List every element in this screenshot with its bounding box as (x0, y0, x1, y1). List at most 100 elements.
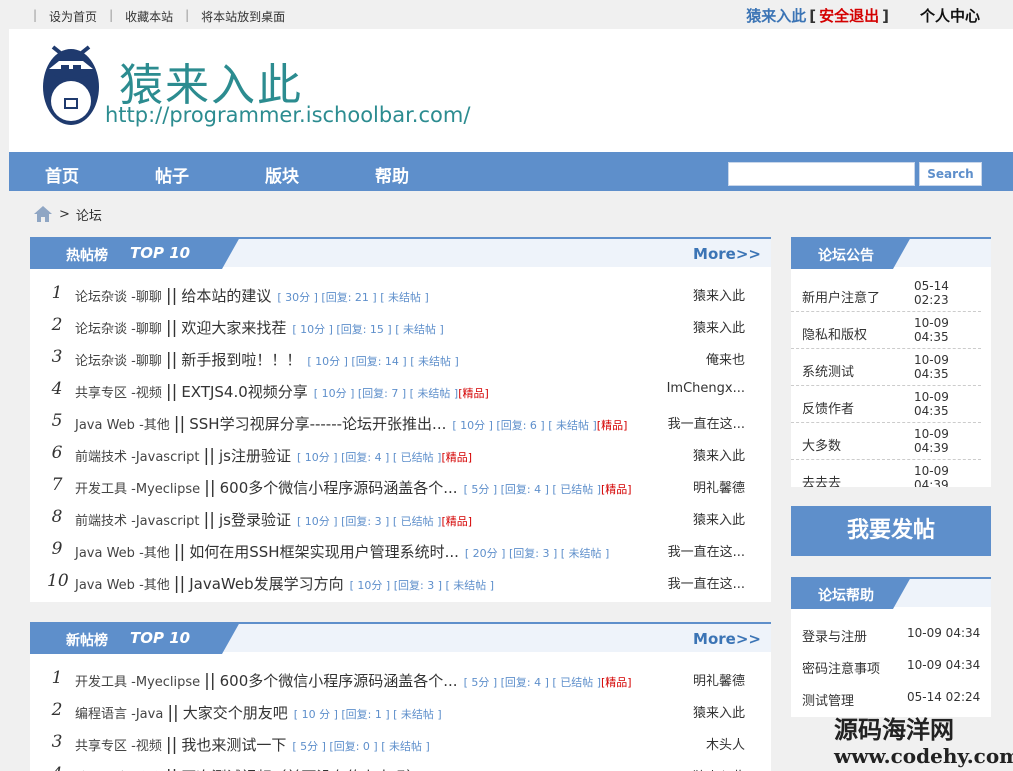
announcement-link[interactable]: 去去去 (802, 472, 841, 487)
subcategory-link[interactable]: -Java (131, 707, 163, 722)
subcategory-link[interactable]: -Javascript (131, 514, 199, 529)
announcement-link[interactable]: 反馈作者 (802, 398, 854, 417)
announcement-link[interactable]: 大多数 (802, 435, 841, 454)
featured-badge: [精品] (441, 451, 473, 464)
category-link[interactable]: Java Web (75, 578, 135, 593)
author-link[interactable]: 猿来入此 (663, 766, 745, 771)
subcategory-link[interactable]: -视频 (131, 739, 162, 754)
post-row: 10 Java Web -其他 || JavaWeb发展学习方向[ 10分 ] [回复… (47, 571, 745, 594)
announcement-link[interactable]: 系统测试 (802, 361, 854, 380)
breadcrumb: > 论坛 (33, 204, 102, 224)
subcategory-link[interactable]: -Javascript (131, 450, 199, 465)
category-link[interactable]: 开发工具 (75, 482, 127, 497)
set-homepage-link[interactable]: 设为首页 (49, 8, 97, 25)
desktop-shortcut-link[interactable]: 将本站放到桌面 (201, 8, 285, 25)
subcategory-link[interactable]: -聊聊 (131, 354, 162, 369)
post-title-link[interactable]: EXTJS4.0视频分享 (181, 383, 307, 401)
help-link[interactable]: 登录与注册 (802, 626, 867, 645)
category-link[interactable]: 前端技术 (75, 450, 127, 465)
category-link[interactable]: 共享专区 (75, 739, 127, 754)
announcement-link[interactable]: 新用户注意了 (802, 287, 880, 306)
post-title-link[interactable]: 新手报到啦！！！ (181, 351, 301, 369)
category-link[interactable]: 论坛杂谈 (75, 322, 127, 337)
author-link[interactable]: 我一直在这... (663, 541, 745, 560)
subcategory-link[interactable]: -Myeclipse (131, 675, 200, 690)
announcement-item[interactable]: 新用户注意了 05-14 02:23 (791, 275, 981, 312)
category-link[interactable]: 共享专区 (75, 386, 127, 401)
help-link[interactable]: 测试管理 (802, 690, 854, 709)
post-title-link[interactable]: js登录验证 (219, 511, 291, 529)
site-url[interactable]: http://programmer.ischoolbar.com/ (105, 103, 470, 127)
nav-home[interactable]: 首页 (45, 162, 79, 187)
username-link[interactable]: 猿来入此 (746, 5, 806, 26)
author-link[interactable]: 猿来入此 (663, 445, 745, 464)
author-link[interactable]: 我一直在这... (663, 573, 745, 592)
category-link[interactable]: Java Web (75, 546, 135, 561)
announcement-date: 10-09 04:35 (914, 390, 949, 418)
subcategory-link[interactable]: -其他 (139, 546, 170, 561)
logout-link[interactable]: 安全退出 (819, 5, 879, 26)
post-title-link[interactable]: JavaWeb发展学习方向 (189, 575, 343, 593)
category-link[interactable]: Java Web (75, 418, 135, 433)
post-title-link[interactable]: 给本站的建议 (181, 287, 271, 305)
help-item[interactable]: 密码注意事项 10-09 04:34 (791, 649, 991, 681)
announcement-item[interactable]: 反馈作者 10-09 04:35 (791, 386, 981, 423)
nav-help[interactable]: 帮助 (375, 162, 409, 187)
category-link[interactable]: 论坛杂谈 (75, 354, 127, 369)
search-input[interactable] (728, 162, 915, 186)
help-date: 10-09 04:34 (907, 626, 981, 640)
subcategory-link[interactable]: -聊聊 (131, 290, 162, 305)
post-title-link[interactable]: 600多个微信小程序源码涵盖各个... (220, 479, 458, 497)
announcement-item[interactable]: 去去去 10-09 04:39 (791, 460, 981, 487)
author-link[interactable]: 猿来入此 (663, 509, 745, 528)
announcement-item[interactable]: 隐私和版权 10-09 04:35 (791, 312, 981, 349)
nav-sections[interactable]: 版块 (265, 162, 299, 187)
subcategory-link[interactable]: -Myeclipse (131, 482, 200, 497)
category-link[interactable]: 前端技术 (75, 514, 127, 529)
subcategory-link[interactable]: -其他 (139, 578, 170, 593)
post-title-link[interactable]: 我也来测试一下 (181, 736, 286, 754)
announcement-link[interactable]: 隐私和版权 (802, 324, 867, 343)
search-button[interactable]: Search (919, 162, 982, 186)
subcategory-link[interactable]: -聊聊 (131, 322, 162, 337)
bookmark-link[interactable]: 收藏本站 (125, 8, 173, 25)
author-link[interactable]: 俺来也 (663, 349, 745, 368)
featured-badge: [精品] (596, 419, 628, 432)
post-title-link[interactable]: 600多个微信小程序源码涵盖各个... (220, 672, 458, 690)
author-link[interactable]: ImChengx... (663, 381, 745, 396)
author-link[interactable]: 猿来入此 (663, 285, 745, 304)
category-link[interactable]: 论坛杂谈 (75, 290, 127, 305)
help-item[interactable]: 测试管理 05-14 02:24 (791, 681, 991, 713)
post-meta: [ 10分 ] [回复: 4 ] [ 已结帖 ] (297, 451, 442, 464)
category-link[interactable]: 开发工具 (75, 675, 127, 690)
rank-number: 3 (51, 732, 63, 752)
author-link[interactable]: 猿来入此 (663, 317, 745, 336)
author-link[interactable]: 明礼馨德 (663, 670, 745, 689)
nav-posts[interactable]: 帖子 (155, 162, 189, 187)
post-meta: [ 10分 ] [回复: 3 ] [ 未结帖 ] (349, 579, 495, 592)
help-item[interactable]: 登录与注册 10-09 04:34 (791, 617, 991, 649)
subcategory-link[interactable]: -视频 (131, 386, 162, 401)
post-meta: [ 30分 ] [回复: 21 ] [ 未结帖 ] (277, 291, 429, 304)
post-title-link[interactable]: SSH学习视屏分享------论坛开张推出... (189, 415, 446, 433)
announcement-item[interactable]: 系统测试 10-09 04:35 (791, 349, 981, 386)
hot-more-link[interactable]: More>> (693, 245, 761, 263)
author-link[interactable]: 我一直在这... (663, 413, 745, 432)
author-link[interactable]: 明礼馨德 (663, 477, 745, 496)
announcement-item[interactable]: 大多数 10-09 04:39 (791, 423, 981, 460)
site-header: 猿来入此 http://programmer.ischoolbar.com/ (9, 29, 1013, 152)
post-title-link[interactable]: 欢迎大家来找茬 (181, 319, 286, 337)
author-link[interactable]: 木头人 (663, 734, 745, 753)
home-icon[interactable] (33, 204, 53, 224)
post-title-link[interactable]: js注册验证 (219, 447, 291, 465)
user-center-link[interactable]: 个人中心 (920, 5, 980, 26)
post-title-link[interactable]: 大家交个朋友吧 (183, 704, 288, 722)
subcategory-link[interactable]: -其他 (139, 418, 170, 433)
author-link[interactable]: 猿来入此 (663, 702, 745, 721)
post-title-link[interactable]: 如何在用SSH框架实现用户管理系统时... (189, 543, 459, 561)
monkey-logo-icon[interactable] (39, 39, 103, 127)
help-link[interactable]: 密码注意事项 (802, 658, 880, 677)
new-post-button[interactable]: 我要发帖 (791, 506, 991, 556)
category-link[interactable]: 编程语言 (75, 707, 127, 722)
new-more-link[interactable]: More>> (693, 630, 761, 648)
